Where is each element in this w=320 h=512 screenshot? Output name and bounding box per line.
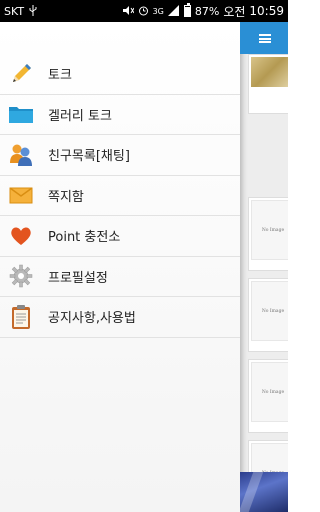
thumbnail-placeholder: No Image	[251, 200, 288, 260]
feed-card[interactable]: No Image	[248, 359, 288, 433]
mute-icon	[122, 5, 134, 18]
people-icon	[8, 142, 34, 168]
menu-toggle-icon[interactable]	[259, 34, 271, 43]
menu-item-message-box[interactable]: 쪽지함	[0, 176, 244, 216]
alarm-icon	[138, 5, 149, 18]
menu-item-talk[interactable]: 토크	[0, 54, 244, 95]
menu-label: 친구목록[채팅]	[48, 149, 130, 165]
menu-label: Point 충전소	[48, 230, 121, 246]
gear-icon	[8, 263, 34, 289]
menu-label: 쪽지함	[48, 189, 84, 205]
battery-percent: 87%	[194, 4, 220, 18]
clipboard-icon	[8, 304, 34, 330]
heart-icon	[8, 223, 34, 249]
network-type-label: 3G	[152, 6, 164, 16]
feed-card[interactable]: No Image	[248, 278, 288, 352]
menu-label: 토크	[48, 68, 72, 84]
feed-photo	[240, 472, 288, 512]
feed-card[interactable]	[248, 54, 288, 114]
status-bar: SKT 3G 87% 오전 10:59	[0, 0, 288, 22]
main-content: No Image No Image No Image No Image	[240, 22, 288, 512]
ampm-label: 오전	[223, 4, 246, 19]
folder-icon	[8, 101, 34, 127]
usb-icon	[29, 4, 37, 18]
no-image-label: No Image	[261, 308, 285, 314]
menu-label: 공지사항,사용법	[48, 311, 136, 327]
action-bar	[240, 22, 288, 54]
thumbnail-placeholder: No Image	[251, 362, 288, 422]
no-image-label: No Image	[261, 389, 285, 395]
menu-item-gallery-talk[interactable]: 겔러리 토크	[0, 95, 244, 135]
pencil-icon	[8, 61, 34, 87]
clock: 10:59	[249, 4, 284, 18]
carrier-label: SKT	[4, 4, 25, 18]
signal-icon	[167, 4, 179, 18]
menu-item-friends-chat[interactable]: 친구목록[채팅]	[0, 135, 244, 176]
menu-label: 겔러리 토크	[48, 108, 112, 124]
no-image-label: No Image	[261, 227, 285, 233]
menu-item-point-charge[interactable]: Point 충전소	[0, 216, 244, 257]
feed-photo	[251, 57, 288, 87]
battery-icon	[183, 3, 191, 17]
navigation-drawer: 토크 겔러리 토크 친구목록[채팅] 쪽지함 Point 충전소 프로필설정 공…	[0, 22, 244, 512]
thumbnail-placeholder: No Image	[251, 281, 288, 341]
menu-item-notice-howto[interactable]: 공지사항,사용법	[0, 297, 244, 338]
menu-label: 프로필설정	[48, 270, 108, 286]
feed-card[interactable]: No Image	[248, 197, 288, 271]
menu-item-profile-settings[interactable]: 프로필설정	[0, 257, 244, 297]
envelope-icon	[8, 182, 34, 208]
drawer-menu: 토크 겔러리 토크 친구목록[채팅] 쪽지함 Point 충전소 프로필설정 공…	[0, 22, 244, 338]
